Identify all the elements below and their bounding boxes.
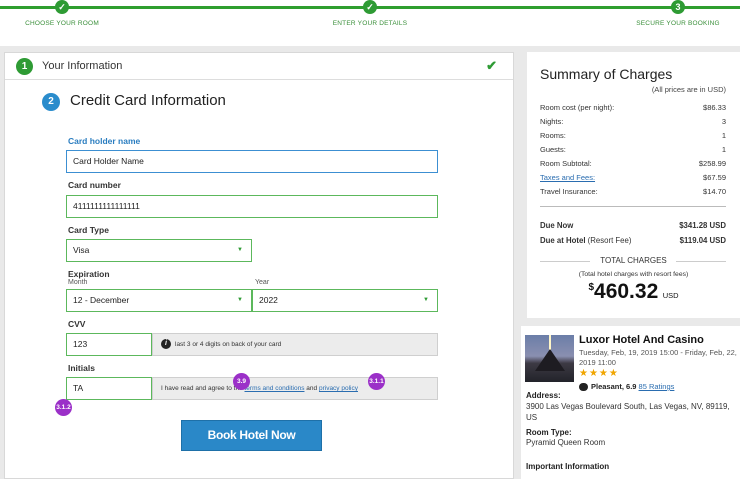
card-number-input[interactable]: 4111111111111111 [66,195,438,218]
ratings-link[interactable]: 85 Ratings [639,382,675,391]
step-number: 3 [671,0,685,14]
credit-card-title: Credit Card Information [70,92,226,109]
due-now-row: Due Now $341.28 USD [540,221,726,230]
due-at-hotel-row: Due at Hotel (Resort Fee) $119.04 USD [540,236,726,245]
star-rating-icon: ★★★★ [579,368,619,379]
room-type: Pyramid Queen Room [526,438,606,447]
section-title: Your Information [42,60,123,72]
cvv-label: CVV [68,319,86,329]
check-icon: ✓ [55,0,69,14]
step-choose-room: ✓ CHOOSE YOUR ROOM [25,0,99,27]
booking-form-panel: 1 Your Information ✔ 2 Credit Card Infor… [4,52,514,479]
speech-bubble-icon [579,383,588,392]
card-type-label: Card Type [68,225,109,235]
year-label: Year [255,279,270,286]
agreement-text: I have read and agree to the terms and c… [152,377,438,400]
month-select[interactable]: 12 - December ▼ [66,289,252,312]
annotation-badge: 3.1.2 [55,399,72,416]
annotation-badge: 3.1.1 [368,373,385,390]
check-icon: ✔ [486,58,497,73]
stay-dates: Tuesday, Feb, 19, 2019 15:00 - Friday, F… [579,348,737,367]
hotel-address: 3900 Las Vegas Boulevard South, Las Vega… [526,402,730,422]
info-icon: i [161,339,171,350]
hotel-image [525,335,574,382]
check-icon: ✓ [363,0,377,14]
card-holder-input[interactable]: Card Holder Name [66,150,438,173]
charge-row: Room Subtotal: $258.99 [540,159,726,168]
terms-link[interactable]: terms and conditions [245,385,305,392]
year-select[interactable]: 2022 ▼ [252,289,438,312]
progress-bar: ✓ CHOOSE YOUR ROOM ✓ ENTER YOUR DETAILS … [0,0,740,46]
total-charges-header: TOTAL CHARGES [527,256,740,265]
charge-row: Guests: 1 [540,145,726,154]
cvv-input[interactable]: 123 [66,333,152,356]
month-label: Month [68,279,88,286]
card-number-label: Card number [68,180,121,190]
taxes-fees-link[interactable]: Taxes and Fees: [540,173,595,182]
card-type-select[interactable]: Visa ▼ [66,239,252,262]
currency-note: (All prices are in USD) [651,85,726,94]
your-information-section[interactable]: 1 Your Information ✔ [5,53,513,80]
divider [540,206,726,207]
charge-row: Room cost (per night): $86.33 [540,103,726,112]
chevron-down-icon: ▼ [237,297,243,303]
section-number-badge: 2 [42,93,60,111]
guest-rating: Pleasant, 6.9 85 Ratings [579,382,675,392]
book-hotel-button[interactable]: Book Hotel Now [181,420,322,451]
card-holder-label: Card holder name [68,136,141,146]
chevron-down-icon: ▼ [423,297,429,303]
address-label: Address: [526,391,561,400]
charge-row: Taxes and Fees: $67.59 [540,173,726,182]
charge-row: Rooms: 1 [540,131,726,140]
chevron-down-icon: ▼ [237,247,243,253]
step-enter-details: ✓ ENTER YOUR DETAILS [332,0,408,27]
cvv-hint: i last 3 or 4 digits on back of your card [152,333,438,356]
charge-row: Travel Insurance: $14.70 [540,187,726,196]
annotation-badge: 3.9 [233,373,250,390]
hotel-name: Luxor Hotel And Casino [579,334,704,346]
initials-input[interactable]: TA [66,377,152,400]
expiration-label: Expiration [68,269,110,279]
total-amount: $460.32 USD [588,280,679,303]
charge-row: Nights: 3 [540,117,726,126]
privacy-policy-link[interactable]: privacy policy [319,385,358,392]
step-secure-booking: 3 SECURE YOUR BOOKING [636,0,720,27]
important-information-label: Important Information [526,462,610,471]
room-type-label: Room Type: [526,428,572,437]
hotel-card: Luxor Hotel And Casino Tuesday, Feb, 19,… [521,326,740,479]
initials-label: Initials [68,363,95,373]
total-note: (Total hotel charges with resort fees) [578,271,689,278]
summary-title: Summary of Charges [540,66,673,82]
summary-of-charges: Summary of Charges (All prices are in US… [527,52,740,318]
section-number-badge: 1 [16,58,33,75]
